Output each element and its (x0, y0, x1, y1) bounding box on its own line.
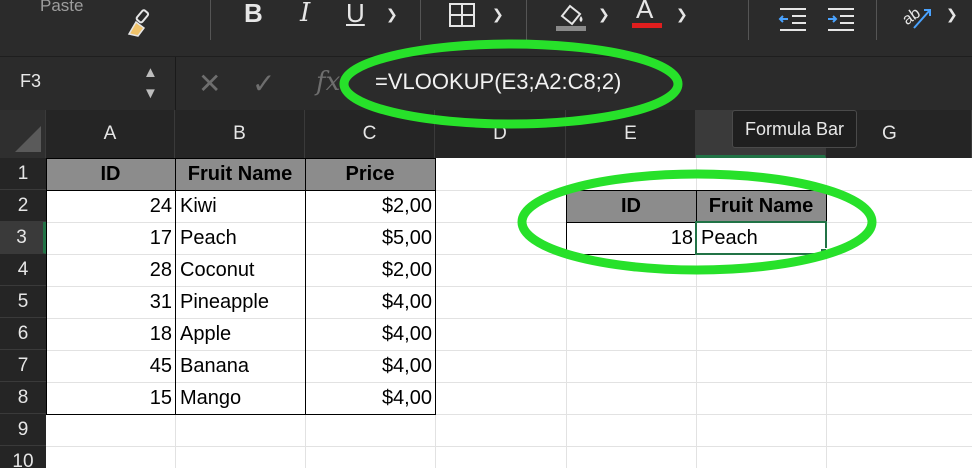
column-header-e[interactable]: E (566, 110, 696, 158)
increase-indent-icon[interactable] (826, 6, 856, 37)
row-header-1[interactable]: 1 (0, 158, 46, 190)
column-header-b[interactable]: B (175, 110, 305, 158)
fill-color-chevron-icon[interactable]: ❯ (598, 6, 610, 23)
spreadsheet-grid[interactable]: ID Fruit Name Price 24 Kiwi $2,00 17 Pea… (46, 158, 972, 468)
font-color-chevron-icon[interactable]: ❯ (676, 6, 688, 23)
row-headers: 1 2 3 4 5 6 7 8 9 10 (0, 158, 46, 468)
row-header-7[interactable]: 7 (0, 350, 46, 382)
row-header-3[interactable]: 3 (0, 222, 46, 254)
chevron-up-icon[interactable]: ▲ (143, 64, 158, 81)
fill-color-icon[interactable] (554, 0, 588, 37)
row-header-5[interactable]: 5 (0, 286, 46, 318)
row-header-4[interactable]: 4 (0, 254, 46, 286)
name-box-value: F3 (20, 71, 42, 91)
row-header-9[interactable]: 9 (0, 414, 46, 446)
svg-text:A: A (636, 0, 654, 24)
text-orientation-chevron-icon[interactable]: ❯ (946, 6, 958, 23)
name-box[interactable]: F3 ▲ ▼ (0, 57, 176, 111)
chevron-down-icon[interactable]: ▼ (143, 85, 158, 102)
row-header-6[interactable]: 6 (0, 318, 46, 350)
selected-cell-outline (695, 221, 827, 255)
column-header-c[interactable]: C (305, 110, 435, 158)
font-color-icon[interactable]: A (630, 0, 664, 37)
paste-label: Paste (40, 0, 84, 15)
bold-button[interactable]: B (244, 0, 263, 29)
select-all-button[interactable] (0, 110, 46, 158)
formula-bar: F3 ▲ ▼ ✕ ✓ fx =VLOOKUP(E3;A2:C8;2) (0, 56, 972, 111)
formula-bar-tooltip: Formula Bar (732, 110, 858, 148)
column-header-d[interactable]: D (435, 110, 566, 158)
cancel-icon[interactable]: ✕ (198, 67, 221, 100)
fill-handle[interactable] (820, 248, 827, 255)
row-header-2[interactable]: 2 (0, 190, 46, 222)
decrease-indent-icon[interactable] (778, 6, 808, 37)
underline-chevron-icon[interactable]: ❯ (386, 6, 398, 23)
underline-button[interactable]: U (346, 0, 365, 29)
row-header-10[interactable]: 10 (0, 446, 46, 468)
table-col-divider (305, 158, 306, 415)
column-header-a[interactable]: A (46, 110, 175, 158)
svg-text:ab: ab (900, 5, 924, 29)
formula-input[interactable]: =VLOOKUP(E3;A2:C8;2) (375, 69, 621, 95)
table-col-divider (175, 158, 176, 415)
borders-chevron-icon[interactable]: ❯ (492, 6, 504, 23)
table-header-divider (46, 190, 436, 191)
enter-check-icon[interactable]: ✓ (252, 67, 275, 100)
format-painter-icon[interactable] (124, 8, 158, 43)
ribbon-toolbar: Paste B I U ❯ ❯ ❯ A ❯ ab ❯ (0, 0, 972, 56)
insert-function-icon[interactable]: fx (316, 67, 340, 97)
italic-button[interactable]: I (300, 0, 310, 28)
borders-icon[interactable] (448, 2, 476, 33)
row-header-8[interactable]: 8 (0, 382, 46, 414)
text-orientation-icon[interactable]: ab (899, 2, 934, 37)
table-border (46, 158, 436, 415)
